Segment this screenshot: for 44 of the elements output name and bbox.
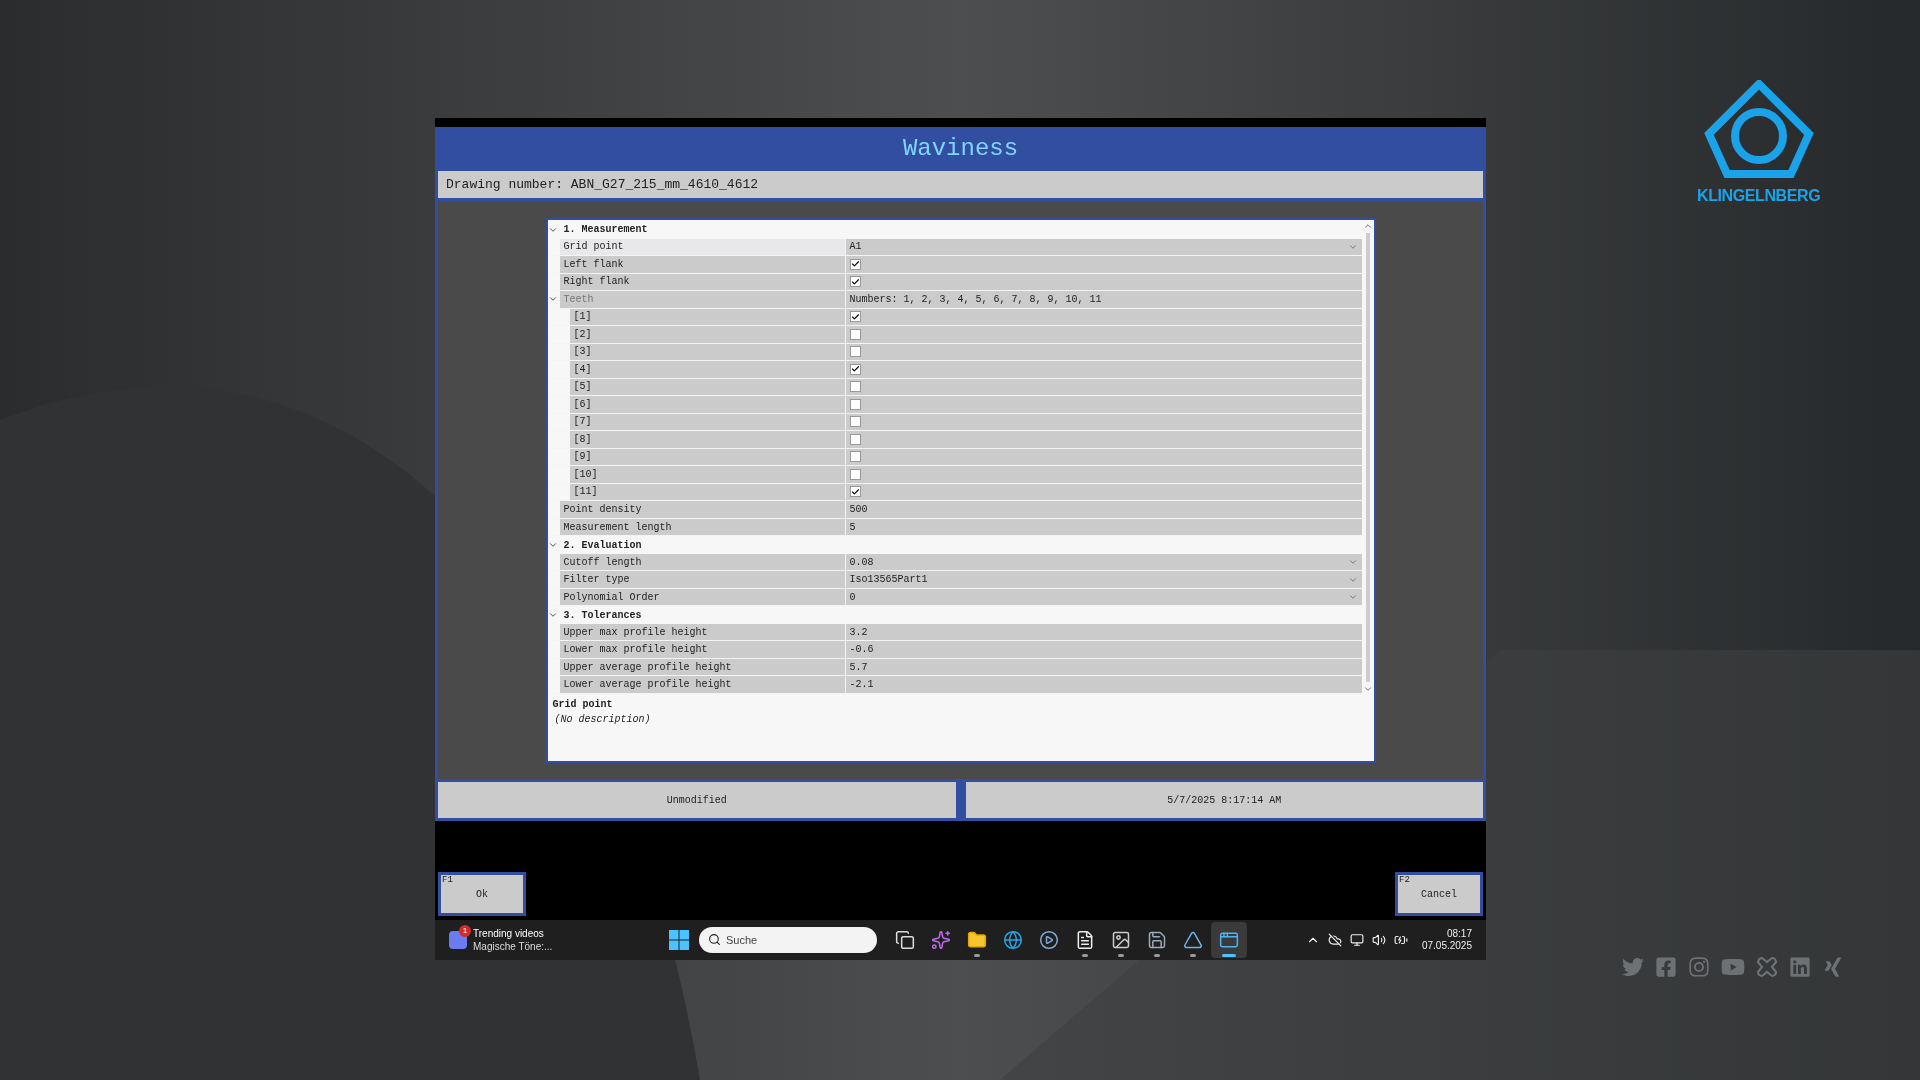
property-value: Iso13565Part1: [849, 573, 929, 588]
property-value: 0: [849, 590, 857, 605]
property-value: Numbers: 1, 2, 3, 4, 5, 6, 7, 8, 9, 10, 11: [849, 292, 1102, 307]
status-field: Unmodified: [438, 782, 956, 818]
clock-date[interactable]: 07.05.2025: [1421, 940, 1472, 952]
property-value: -0.6: [849, 643, 874, 658]
property-label[interactable]: [10]: [569, 466, 846, 483]
widget-subtitle: Magische Töne:...: [473, 940, 553, 953]
shortcut-key: F1: [442, 874, 453, 888]
property-label[interactable]: Left flank: [559, 256, 846, 273]
property-label[interactable]: Lower average profile height: [559, 676, 846, 693]
property-label[interactable]: Filter type: [559, 571, 846, 588]
section-header[interactable]: 1. Measurement: [559, 222, 648, 238]
section-header[interactable]: 2. Evaluation: [559, 537, 642, 553]
property-label[interactable]: Upper max profile height: [559, 623, 846, 641]
property-label[interactable]: Lower max profile height: [559, 641, 846, 658]
shortcut-key: F2: [1399, 874, 1410, 888]
property-label[interactable]: [2]: [569, 326, 846, 343]
section-header[interactable]: 3. Tolerances: [559, 607, 642, 623]
brand-name: KLINGELNBERG: [1697, 186, 1821, 206]
notification-badge: 1: [459, 925, 471, 937]
dialog-button[interactable]: F2 Cancel: [1395, 872, 1483, 916]
property-label[interactable]: [6]: [569, 396, 846, 413]
property-label[interactable]: Grid point: [559, 238, 846, 256]
status-field: 5/7/2025 8:17:14 AM: [965, 782, 1483, 818]
property-value: 5.7: [849, 660, 868, 675]
dialog-button[interactable]: F1 Ok: [438, 872, 526, 916]
drawing-number: Drawing number: ABN_G27_215_mm_4610_4612: [438, 171, 1483, 198]
property-value: 500: [849, 503, 868, 517]
property-label[interactable]: Point density: [559, 501, 846, 518]
widget-title: Trending videos: [473, 927, 545, 940]
property-label[interactable]: [4]: [569, 361, 846, 378]
property-label[interactable]: [8]: [569, 431, 846, 448]
description-text: (No description): [553, 713, 652, 727]
property-value: 5: [849, 520, 856, 535]
search-field[interactable]: Suche: [699, 927, 877, 953]
property-label[interactable]: Cutoff length: [559, 553, 846, 571]
property-value: A1: [849, 240, 863, 255]
property-value: -2.1: [849, 678, 874, 693]
property-value: 3.2: [849, 625, 868, 640]
clock-time[interactable]: 08:17: [1446, 928, 1472, 940]
property-value: 0.08: [849, 555, 875, 570]
window-title: Waviness: [902, 134, 1019, 164]
description-title: Grid point: [552, 698, 614, 712]
